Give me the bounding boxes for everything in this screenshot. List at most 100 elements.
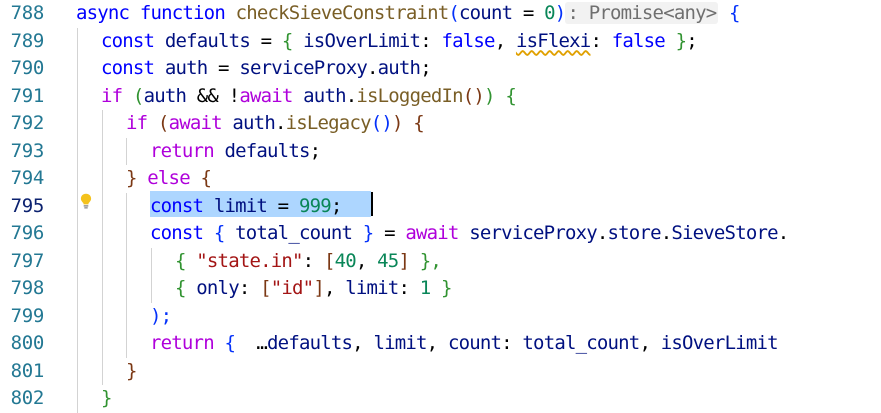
token-operator: && !	[186, 84, 240, 107]
token-variable: total_count	[522, 332, 640, 354]
token-string: "id"	[270, 277, 314, 299]
token-bracket: }	[126, 359, 137, 382]
token-variable: auth	[143, 84, 187, 107]
line-number: 796	[10, 222, 45, 244]
token-variable: serviceProxy	[458, 222, 597, 244]
line-number: 793	[10, 139, 45, 162]
indent-guide	[151, 247, 152, 303]
token-punct: :	[238, 277, 261, 299]
code-editor[interactable]: 788 789 790 791 792 793 794 795 796 797 …	[0, 0, 881, 413]
token-bracket: {	[213, 332, 257, 354]
token-bracket: }	[101, 387, 112, 409]
token-bracket: ]	[398, 249, 410, 272]
token-punct: ,	[352, 332, 374, 354]
token-punct: ,	[426, 332, 448, 354]
token-control-keyword: if	[101, 84, 123, 107]
code-line-793: return defaults;	[150, 138, 321, 166]
token-operator: =	[512, 2, 545, 24]
token-keyword: const	[101, 57, 155, 79]
token-property-warning[interactable]: isFlexi	[516, 30, 591, 52]
token-punct: ;	[686, 29, 697, 52]
code-line-797: { "state.in": [40, 45] },	[175, 248, 442, 276]
line-number: 788	[10, 2, 45, 24]
token-string: "state.in"	[196, 249, 303, 272]
line-number-gutter[interactable]: 788 789 790 791 792 793 794 795 796 797 …	[0, 0, 76, 413]
token-variable: auth	[292, 84, 346, 107]
line-number: 791	[10, 84, 45, 107]
line-number: 801	[10, 359, 45, 382]
indent-guide	[102, 110, 103, 385]
token-punct: .	[777, 222, 789, 244]
token-control-keyword: return	[150, 332, 215, 354]
line-number: 798	[10, 277, 45, 299]
token-control-keyword: else	[136, 167, 190, 189]
token-bracket: {	[175, 249, 197, 272]
line-number-active: 795	[10, 194, 45, 217]
code-line-794: } else {	[126, 165, 212, 193]
token-property: auth	[377, 57, 421, 79]
code-area[interactable]: async function checkSieveConstraint(coun…	[76, 0, 881, 413]
token-bracket: )	[484, 84, 495, 107]
token-variable: limit	[203, 194, 268, 217]
line-number: 794	[10, 167, 45, 189]
token-variable: defaults	[154, 29, 251, 52]
token-punct: ,	[355, 249, 378, 272]
token-bracket: }	[352, 222, 374, 244]
token-bracket: [	[260, 277, 271, 299]
token-property: SieveStore	[671, 222, 778, 244]
token-keyword: const	[101, 29, 155, 52]
token-keyword: false	[441, 29, 495, 52]
token-operator: =	[207, 57, 240, 79]
code-line-790: const auth = serviceProxy.auth;	[101, 55, 432, 83]
token-control-keyword: await	[405, 222, 459, 244]
token-property: count	[447, 332, 502, 354]
token-variable: auth	[154, 57, 208, 79]
token-bracket: {	[494, 84, 516, 107]
line-number: 800	[10, 332, 45, 354]
token-punct: .	[660, 222, 672, 244]
code-line-788: async function checkSieveConstraint(coun…	[76, 0, 740, 28]
token-number: 40	[334, 249, 357, 272]
token-keyword: false	[611, 29, 666, 52]
code-line-796: const { total_count } = await servicePro…	[150, 220, 789, 248]
token-variable: total_count	[235, 222, 353, 244]
token-bracket: ]	[313, 277, 324, 299]
code-line-801: }	[126, 358, 137, 386]
token-bracket: {	[281, 29, 293, 52]
indent-guide	[126, 192, 127, 358]
token-bracket: },	[409, 249, 442, 272]
token-control-keyword: await	[239, 84, 293, 107]
token-punct: :	[501, 332, 523, 354]
token-punct: :	[420, 29, 442, 52]
token-punct: ;	[420, 57, 431, 79]
token-bracket: ()	[370, 112, 393, 134]
code-line-798: { only: ["id"], limit: 1 }	[175, 275, 452, 303]
token-keyword: function	[139, 2, 226, 24]
token-bracket: )	[554, 2, 566, 24]
token-punct: :	[302, 249, 324, 272]
token-bracket: (	[448, 2, 460, 24]
token-property: only	[196, 277, 239, 299]
token-bracket: )	[392, 112, 403, 134]
line-number: 792	[10, 112, 45, 134]
token-number: 1	[419, 277, 431, 299]
indent-guide	[126, 137, 127, 165]
code-line-799: );	[150, 303, 172, 331]
line-number: 797	[10, 249, 45, 272]
token-bracket: }	[664, 29, 687, 52]
token-control-keyword: await	[168, 112, 223, 134]
line-number: 799	[10, 304, 45, 327]
token-bracket: (	[122, 84, 144, 107]
token-punct: .	[596, 222, 608, 244]
token-variable: limit	[373, 332, 427, 354]
token-variable: serviceProxy	[239, 57, 367, 79]
token-keyword: const	[150, 222, 204, 244]
token-property: store	[607, 222, 662, 244]
token-variable: defaults	[213, 139, 310, 162]
text-cursor	[371, 192, 373, 216]
token-operator: …	[256, 332, 268, 354]
token-bracket: {	[189, 167, 212, 189]
token-punct: :	[590, 29, 612, 52]
code-line-791: if (auth && !await auth.isLoggedIn()) {	[101, 83, 517, 111]
line-number: 790	[10, 57, 45, 79]
